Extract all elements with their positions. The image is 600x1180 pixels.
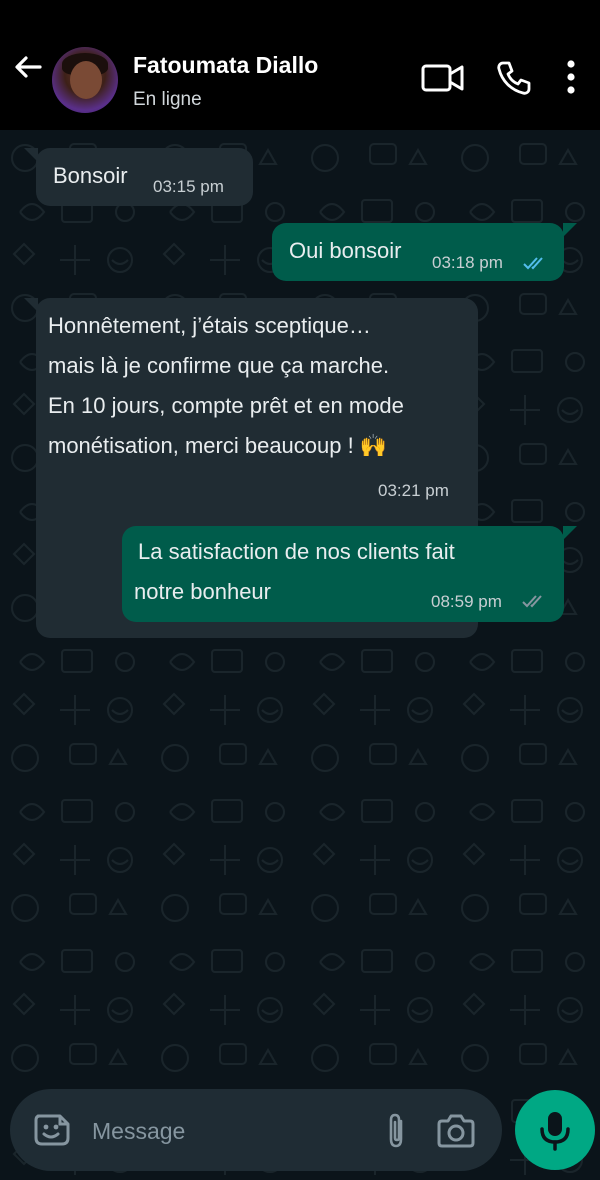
- message-time: 08:59 pm: [431, 592, 502, 611]
- bubble-tail: [563, 526, 577, 540]
- delivered-ticks-icon: [522, 595, 542, 608]
- message-line: En 10 jours, compte prêt et en mode: [48, 393, 404, 418]
- attach-clip-icon[interactable]: [382, 1111, 412, 1151]
- back-arrow-icon[interactable]: [8, 47, 48, 87]
- message-line: Honnêtement, j’étais sceptique…: [48, 313, 371, 338]
- sticker-emoji-icon[interactable]: [30, 1108, 74, 1152]
- voice-call-icon[interactable]: [494, 58, 534, 98]
- message-line: notre bonheur: [134, 579, 271, 604]
- message-bubble-outgoing[interactable]: La satisfaction de nos clients fait notr…: [122, 526, 564, 622]
- voice-record-button[interactable]: [515, 1090, 595, 1170]
- chat-wallpaper: [0, 130, 600, 1180]
- video-call-icon[interactable]: [420, 58, 466, 98]
- more-options-icon[interactable]: [556, 58, 586, 98]
- camera-icon[interactable]: [434, 1111, 478, 1151]
- chat-area[interactable]: Bonsoir 03:15 pm Oui bonsoir 03:18 pm Ho…: [0, 130, 600, 1180]
- message-line: La satisfaction de nos clients fait: [138, 539, 455, 564]
- bubble-tail: [563, 223, 577, 237]
- chat-header: Fatoumata Diallo En ligne: [0, 0, 600, 130]
- message-bubble-outgoing[interactable]: Oui bonsoir 03:18 pm: [272, 223, 564, 281]
- message-time: 03:15 pm: [153, 177, 224, 196]
- read-ticks-icon: [523, 257, 543, 270]
- message-time: 03:18 pm: [432, 253, 503, 272]
- message-composer: [10, 1089, 502, 1171]
- message-text: Bonsoir: [53, 163, 128, 188]
- contact-name[interactable]: Fatoumata Diallo: [133, 52, 318, 79]
- message-time: 03:21 pm: [378, 481, 449, 500]
- contact-status: En ligne: [133, 89, 202, 110]
- message-bubble-incoming[interactable]: Bonsoir 03:15 pm: [36, 148, 253, 206]
- message-line: mais là je confirme que ça marche.: [48, 353, 390, 378]
- message-text: Oui bonsoir: [289, 238, 402, 263]
- contact-avatar[interactable]: [52, 47, 118, 113]
- message-input[interactable]: [90, 1111, 374, 1151]
- microphone-icon: [540, 1112, 570, 1151]
- message-line: monétisation, merci beaucoup ! 🙌: [48, 433, 388, 458]
